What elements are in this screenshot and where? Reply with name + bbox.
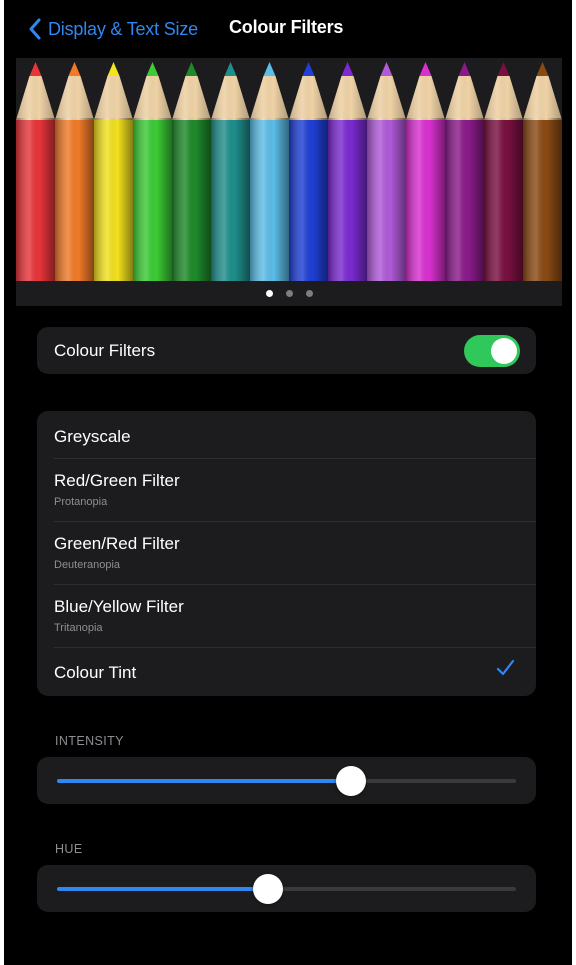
colour-filters-toggle-label: Colour Filters bbox=[54, 341, 156, 360]
intensity-slider-group bbox=[37, 757, 536, 804]
page-dot-3[interactable] bbox=[305, 289, 313, 297]
filter-preview-carousel[interactable] bbox=[16, 58, 562, 306]
pencil bbox=[172, 62, 211, 281]
pencil bbox=[523, 62, 562, 281]
filter-option-title: Red/Green Filter bbox=[54, 471, 180, 490]
filter-options-list: Greyscale Red/Green Filter Protanopia Gr… bbox=[37, 411, 536, 696]
coloured-pencils-image bbox=[16, 62, 562, 281]
pencil bbox=[133, 62, 172, 281]
filter-option-title: Colour Tint bbox=[54, 663, 137, 682]
intensity-slider[interactable] bbox=[57, 766, 516, 796]
pencil bbox=[406, 62, 445, 281]
pencil bbox=[211, 62, 250, 281]
colour-filters-toggle-group: Colour Filters bbox=[37, 327, 536, 374]
page-indicator[interactable] bbox=[16, 286, 562, 300]
intensity-slider-thumb[interactable] bbox=[335, 766, 366, 796]
filter-option-colour-tint[interactable]: Colour Tint bbox=[37, 648, 536, 696]
intensity-slider-fill bbox=[57, 779, 351, 783]
checkmark-icon bbox=[496, 659, 515, 676]
screen: Display & Text Size Colour Filters Colou… bbox=[4, 0, 572, 965]
hue-slider-fill bbox=[57, 887, 269, 891]
filter-option-blue-yellow[interactable]: Blue/Yellow Filter Tritanopia bbox=[37, 585, 536, 647]
pencil bbox=[55, 62, 94, 281]
pencil bbox=[367, 62, 406, 281]
filter-option-subtitle: Protanopia bbox=[54, 496, 108, 508]
chevron-left-icon bbox=[29, 18, 41, 40]
back-button[interactable]: Display & Text Size bbox=[28, 16, 198, 42]
filter-option-green-red[interactable]: Green/Red Filter Deuteranopia bbox=[37, 522, 536, 584]
hue-slider-group bbox=[37, 865, 536, 912]
hue-slider[interactable] bbox=[57, 874, 516, 904]
page-dot-1[interactable] bbox=[265, 289, 273, 297]
navigation-bar: Display & Text Size Colour Filters bbox=[4, 0, 572, 58]
filter-option-title: Blue/Yellow Filter bbox=[54, 597, 184, 616]
page-title: Colour Filters bbox=[229, 17, 344, 37]
page-dot-2[interactable] bbox=[285, 289, 293, 297]
back-button-label: Display & Text Size bbox=[48, 18, 198, 39]
pencil bbox=[328, 62, 367, 281]
switch-knob bbox=[491, 338, 517, 364]
hue-section-label: HUE bbox=[55, 842, 83, 856]
filter-option-red-green[interactable]: Red/Green Filter Protanopia bbox=[37, 459, 536, 521]
colour-filters-switch[interactable] bbox=[464, 335, 520, 367]
filter-option-subtitle: Tritanopia bbox=[54, 622, 103, 634]
pencil bbox=[94, 62, 133, 281]
filter-option-title: Green/Red Filter bbox=[54, 534, 180, 553]
pencil bbox=[250, 62, 289, 281]
pencil bbox=[445, 62, 484, 281]
hue-slider-thumb[interactable] bbox=[253, 874, 284, 904]
pencil bbox=[484, 62, 523, 281]
filter-option-subtitle: Deuteranopia bbox=[54, 559, 121, 571]
pencil bbox=[289, 62, 328, 281]
filter-option-greyscale[interactable]: Greyscale bbox=[37, 411, 536, 458]
filter-option-title: Greyscale bbox=[54, 427, 131, 446]
pencil bbox=[16, 62, 55, 281]
intensity-section-label: INTENSITY bbox=[55, 734, 124, 748]
